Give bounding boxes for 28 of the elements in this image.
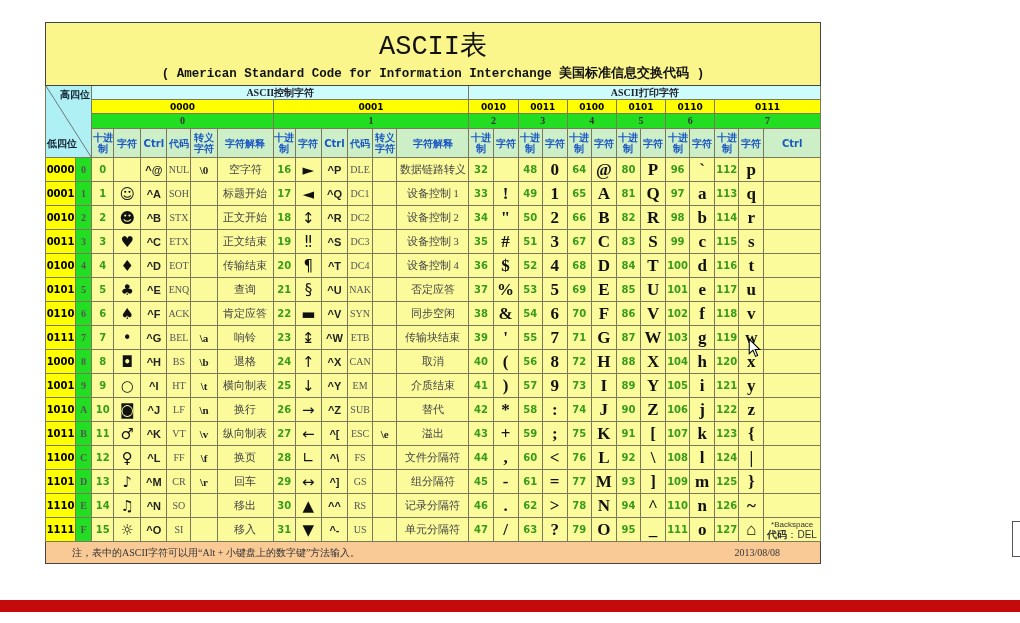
low-bits-cell: 0011: [45, 229, 76, 254]
low-bits-cell: 0010: [45, 205, 76, 230]
low-bits-cell: 1011: [45, 421, 76, 446]
high-bits-label: 高四位: [60, 88, 91, 102]
ctrl-cell-text: *Backspace: [770, 519, 815, 530]
low-bits-cell: 0101: [45, 277, 76, 302]
column-header: 字符解释: [396, 128, 469, 158]
low-bits-cell: 1001: [45, 373, 76, 398]
ctrl-code-note: 代码：DEL: [766, 529, 818, 540]
low-bits-cell: 0111: [45, 325, 76, 350]
low-bits-cell: 1110: [45, 493, 76, 518]
table-title: ASCII表: [378, 31, 488, 64]
diagonal-line: [46, 86, 91, 157]
low-bits-cell: 0100: [45, 253, 76, 278]
low-bits-cell: 1010: [45, 397, 76, 422]
column-header: 字符解释: [217, 128, 274, 158]
column-header: Ctrl: [763, 128, 821, 158]
low-bits-cell: 1111: [45, 517, 76, 542]
low-bits-cell: 1000: [45, 349, 76, 374]
table-subtitle: ( American Standard Code for Information Interchange 美国标准信息交换代码 ): [160, 65, 706, 83]
low-bits-cell: 0000: [45, 157, 76, 182]
footer-note: 注，表中的ASCII字符可以用“Alt + 小键盘上的数字键”方法输入。: [72, 545, 361, 560]
low-bits-cell: 1101: [45, 469, 76, 494]
footer-date: 2013/08/08: [734, 547, 780, 558]
low-bits-cell: 0110: [45, 301, 76, 326]
low-bits-label: 低四位: [46, 137, 77, 151]
low-bits-cell: 0001: [45, 181, 76, 206]
low-bits-cell: 1100: [45, 445, 76, 470]
